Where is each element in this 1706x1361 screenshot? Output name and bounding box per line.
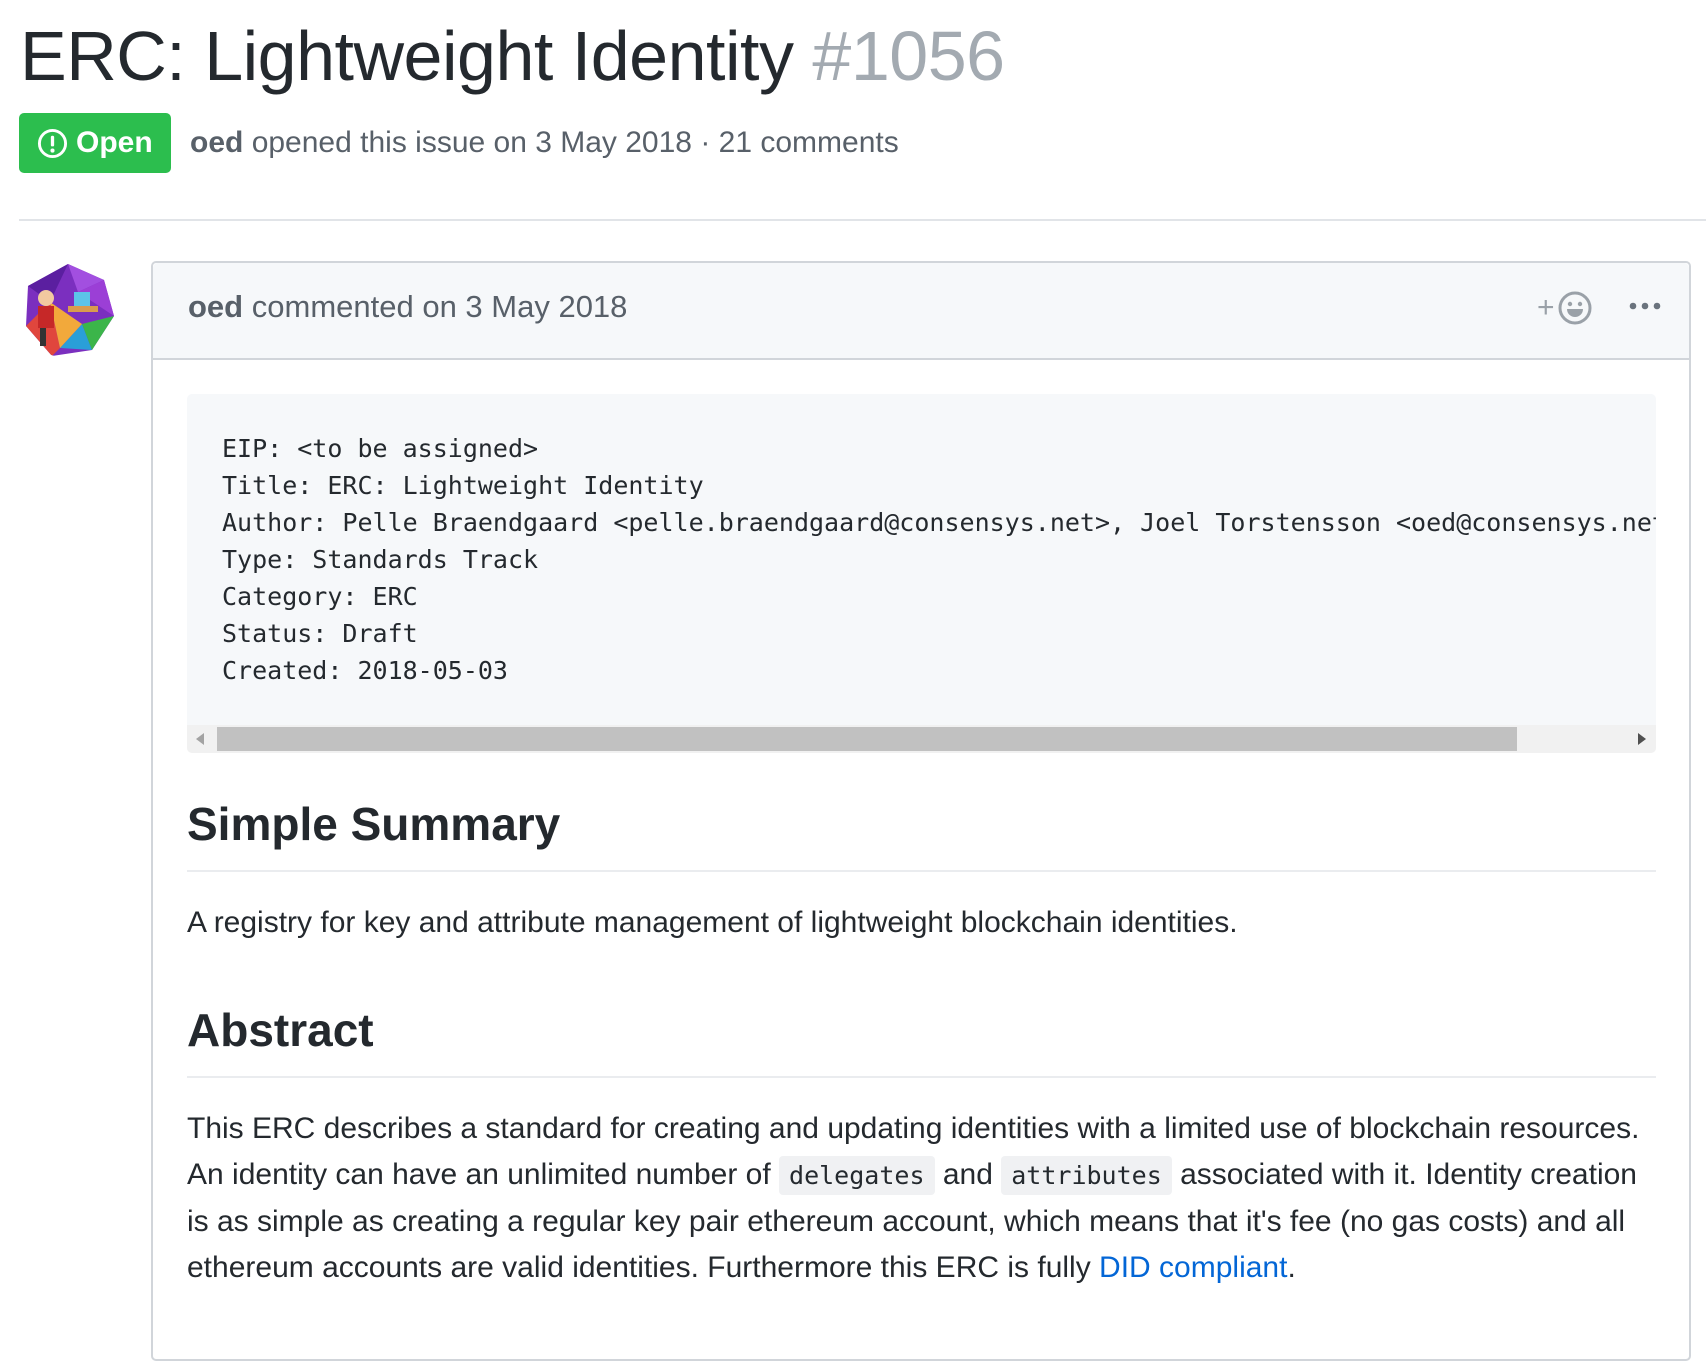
code-block-text: EIP: <to be assigned> Title: ERC: Lightw… — [222, 434, 1656, 685]
add-reaction-button[interactable]: + — [1537, 288, 1603, 328]
scrollbar-thumb[interactable] — [217, 727, 1517, 751]
comment-author-link[interactable]: oed — [188, 289, 243, 324]
avatar[interactable] — [20, 262, 116, 358]
did-compliant-link[interactable]: DID compliant — [1099, 1251, 1287, 1284]
summary-heading-rule — [187, 870, 1656, 872]
comment-date-text[interactable]: commented on 3 May 2018 — [252, 289, 628, 324]
comment-header: oed commented on 3 May 2018 + — [153, 263, 1689, 360]
issue-number: #1056 — [812, 17, 1005, 95]
code-block: EIP: <to be assigned> Title: ERC: Lightw… — [187, 394, 1656, 753]
inline-code-attributes: attributes — [1001, 1156, 1172, 1195]
code-horizontal-scrollbar[interactable] — [187, 725, 1656, 753]
comment-box: oed commented on 3 May 2018 + EIP: <to b… — [151, 261, 1691, 1361]
comment-body: EIP: <to be assigned> Title: ERC: Lightw… — [187, 394, 1656, 1284]
inline-code-delegates: delegates — [779, 1156, 935, 1195]
add-reaction-icon — [1558, 291, 1592, 325]
comment-meta: oed commented on 3 May 2018 — [188, 289, 627, 325]
issue-title: ERC: Lightweight Identity #1056 — [20, 14, 1005, 98]
scroll-left-arrow-icon[interactable] — [196, 733, 204, 745]
issue-meta: oed opened this issue on 3 May 2018 · 21… — [190, 124, 899, 162]
summary-heading: Simple Summary — [187, 798, 561, 850]
header-divider — [19, 219, 1706, 221]
issue-opened-icon — [37, 128, 68, 158]
issue-state-badge: Open — [19, 113, 171, 173]
abstract-part-4: . — [1287, 1251, 1296, 1284]
abstract-heading: Abstract — [187, 1004, 374, 1056]
abstract-text: This ERC describes a standard for creati… — [187, 1106, 1656, 1291]
summary-text: A registry for key and attribute managem… — [187, 906, 1238, 939]
comment-options-button[interactable] — [1625, 291, 1665, 321]
issue-title-text: ERC: Lightweight Identity — [20, 17, 794, 95]
issue-state-label: Open — [76, 126, 153, 159]
issue-meta-text: opened this issue on 3 May 2018 · 21 com… — [251, 126, 899, 159]
reaction-plus: + — [1537, 291, 1555, 324]
scroll-right-arrow-icon[interactable] — [1638, 733, 1646, 745]
abstract-part-2: and — [934, 1158, 1002, 1191]
issue-author-link[interactable]: oed — [190, 126, 243, 159]
kebab-horizontal-icon — [1629, 302, 1661, 310]
abstract-heading-rule — [187, 1076, 1656, 1078]
avatar-image — [26, 264, 114, 356]
